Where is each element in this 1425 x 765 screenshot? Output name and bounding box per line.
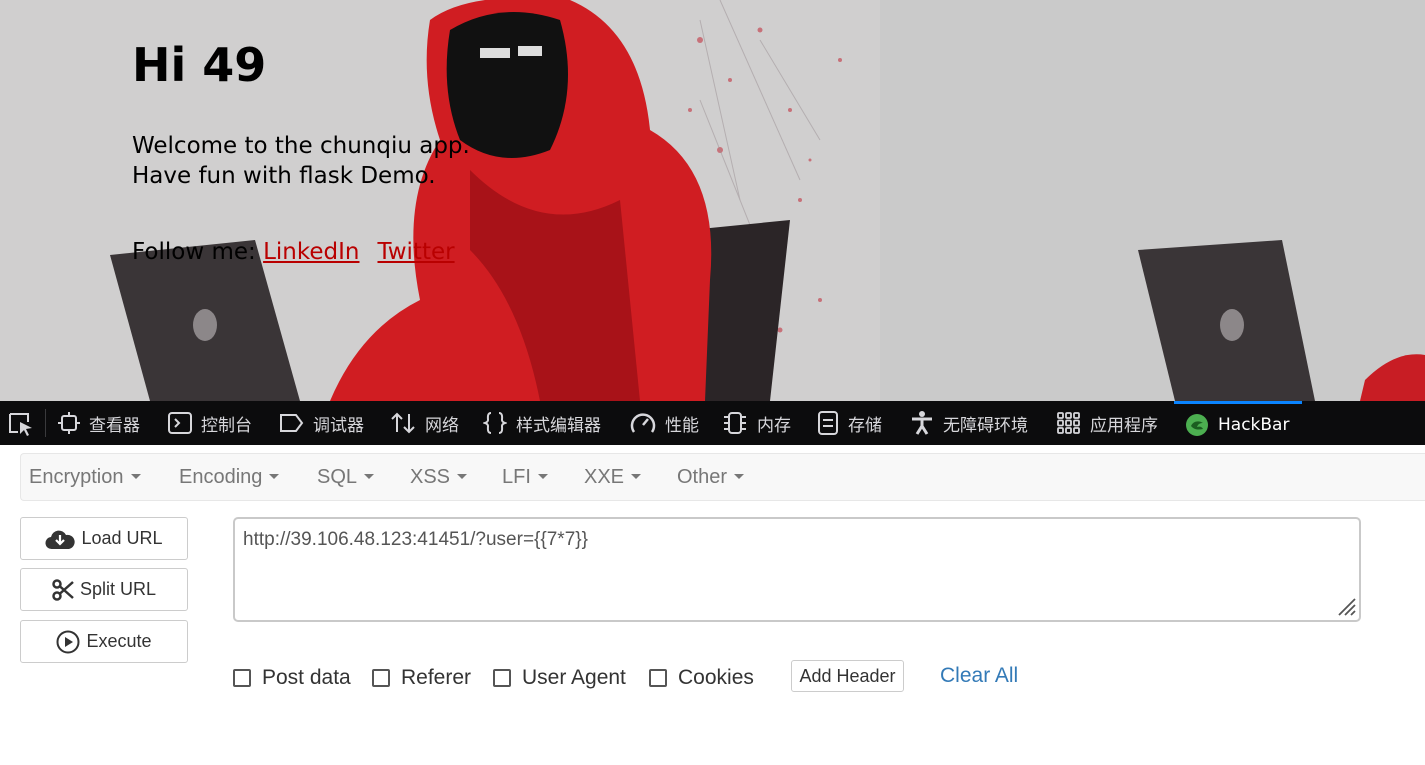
tab-label: 内存 xyxy=(757,415,791,436)
play-circle-icon xyxy=(56,630,80,653)
caret-down-icon xyxy=(364,474,375,480)
tab-label: 无障碍环境 xyxy=(943,415,1028,436)
hackbar-menubar: Encryption Encoding SQL XSS LFI XXE Othe… xyxy=(20,453,1425,501)
referer-checkbox[interactable]: Referer xyxy=(372,666,472,689)
menu-label: Other xyxy=(677,466,728,488)
debugger-icon xyxy=(280,414,304,432)
split-url-button[interactable]: Split URL xyxy=(20,568,188,611)
tab-label: 调试器 xyxy=(313,415,364,436)
page-title: Hi 49 xyxy=(132,38,267,92)
clear-all-link[interactable]: Clear All xyxy=(940,664,1018,688)
tab-console[interactable]: 控制台 xyxy=(168,401,252,445)
checkbox-box[interactable] xyxy=(493,669,511,687)
caret-down-icon xyxy=(631,474,642,480)
tab-hackbar[interactable]: HackBar xyxy=(1174,401,1302,445)
checkbox-label: Post data xyxy=(262,666,351,689)
add-header-button[interactable]: Add Header xyxy=(791,660,904,692)
element-picker-icon[interactable] xyxy=(8,412,34,436)
tab-debugger[interactable]: 调试器 xyxy=(279,401,364,445)
button-label: Load URL xyxy=(81,528,163,548)
toolbar-separator xyxy=(45,409,46,437)
welcome-message: Welcome to the chunqiu app. Have fun wit… xyxy=(132,131,470,191)
tab-label: 网络 xyxy=(425,415,459,436)
caret-down-icon xyxy=(734,474,745,480)
storage-icon xyxy=(818,411,838,435)
url-input[interactable] xyxy=(233,517,1361,622)
checkbox-box[interactable] xyxy=(233,669,251,687)
welcome-line-1: Welcome to the chunqiu app. xyxy=(132,133,470,159)
webpage-viewport: Hi 49 Welcome to the chunqiu app. Have f… xyxy=(0,0,1425,401)
execute-button[interactable]: Execute xyxy=(20,620,188,663)
accessibility-icon xyxy=(912,411,932,435)
memory-icon xyxy=(724,412,746,434)
checkbox-box[interactable] xyxy=(372,669,390,687)
menu-xss[interactable]: XSS xyxy=(410,454,468,500)
hackbar-panel: Encryption Encoding SQL XSS LFI XXE Othe… xyxy=(0,445,1425,765)
application-icon xyxy=(1057,412,1080,434)
checkbox-label: Cookies xyxy=(678,666,754,689)
inspector-icon xyxy=(58,412,80,434)
tab-performance[interactable]: 性能 xyxy=(630,401,699,445)
tab-label: 样式编辑器 xyxy=(516,415,601,436)
style-editor-icon xyxy=(483,412,507,434)
hackbar-icon xyxy=(1186,413,1208,436)
menu-label: XXE xyxy=(584,466,625,488)
menu-encoding[interactable]: Encoding xyxy=(179,454,280,500)
console-icon xyxy=(168,412,192,434)
caret-down-icon xyxy=(130,474,141,480)
caret-down-icon xyxy=(269,474,280,480)
tab-label: HackBar xyxy=(1218,414,1290,435)
cloud-download-icon xyxy=(45,530,76,549)
welcome-line-2: Have fun with flask Demo. xyxy=(132,163,436,189)
caret-down-icon xyxy=(457,474,468,480)
devtools-toolbar: 查看器 控制台 调试器 网络 样式编辑器 性能 内存 存储 无障碍环境 应用程序 xyxy=(0,401,1425,445)
follow-me: Follow me: LinkedIn Twitter xyxy=(132,237,455,267)
tab-memory[interactable]: 内存 xyxy=(722,401,791,445)
button-label: Split URL xyxy=(79,579,157,599)
menu-label: SQL xyxy=(317,466,358,488)
menu-label: Encoding xyxy=(179,466,263,488)
tab-label: 存储 xyxy=(848,415,882,436)
caret-down-icon xyxy=(537,474,548,480)
twitter-link[interactable]: Twitter xyxy=(377,239,454,265)
cookies-checkbox[interactable]: Cookies xyxy=(649,666,754,689)
scissors-icon xyxy=(52,578,74,601)
tab-label: 应用程序 xyxy=(1090,415,1158,436)
tab-label: 控制台 xyxy=(201,415,252,436)
checkbox-box[interactable] xyxy=(649,669,667,687)
user-agent-checkbox[interactable]: User Agent xyxy=(493,666,626,689)
menu-other[interactable]: Other xyxy=(677,454,745,500)
menu-lfi[interactable]: LFI xyxy=(502,454,548,500)
checkbox-label: User Agent xyxy=(522,666,626,689)
menu-label: Encryption xyxy=(29,466,124,488)
menu-xxe[interactable]: XXE xyxy=(584,454,642,500)
tab-label: 性能 xyxy=(665,415,699,436)
follow-label: Follow me: xyxy=(132,239,264,265)
menu-sql[interactable]: SQL xyxy=(317,454,375,500)
tab-label: 查看器 xyxy=(89,415,140,436)
post-data-checkbox[interactable]: Post data xyxy=(233,666,351,689)
load-url-button[interactable]: Load URL xyxy=(20,517,188,560)
menu-label: LFI xyxy=(502,466,531,488)
network-icon xyxy=(391,412,415,434)
resize-grip-icon[interactable] xyxy=(1335,595,1357,617)
tab-style-editor[interactable]: 样式编辑器 xyxy=(483,401,601,445)
performance-icon xyxy=(630,413,656,433)
tab-inspector[interactable]: 查看器 xyxy=(58,401,140,445)
tab-application[interactable]: 应用程序 xyxy=(1057,401,1158,445)
linkedin-link[interactable]: LinkedIn xyxy=(263,239,359,265)
menu-label: XSS xyxy=(410,466,451,488)
tab-storage[interactable]: 存储 xyxy=(817,401,882,445)
tab-network[interactable]: 网络 xyxy=(390,401,459,445)
tab-accessibility[interactable]: 无障碍环境 xyxy=(910,401,1028,445)
button-label: Execute xyxy=(86,631,152,651)
menu-encryption[interactable]: Encryption xyxy=(29,454,141,500)
checkbox-label: Referer xyxy=(401,666,472,689)
